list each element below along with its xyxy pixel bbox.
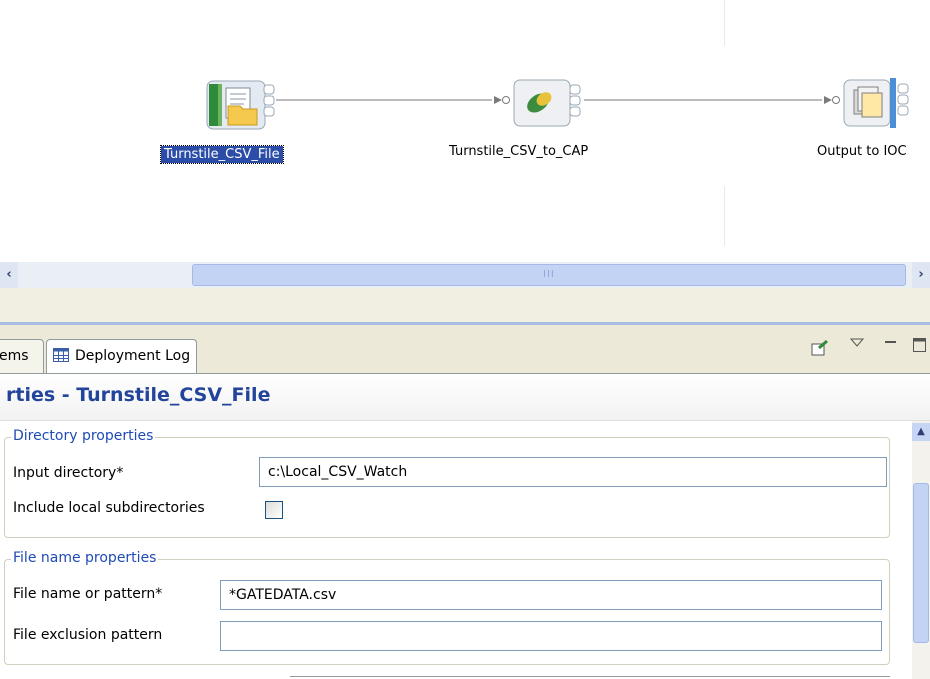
scroll-right-icon[interactable]: › bbox=[912, 262, 930, 288]
file-name-pattern-field[interactable] bbox=[220, 580, 882, 610]
input-port bbox=[832, 96, 840, 104]
input-directory-label: Input directory* bbox=[13, 465, 124, 481]
pin-icon[interactable] bbox=[810, 339, 830, 361]
panel-bottom-divider bbox=[290, 676, 890, 677]
input-port bbox=[502, 96, 510, 104]
node-label-turnstile-csv-to-cap[interactable]: Turnstile_CSV_to_CAP bbox=[449, 144, 588, 159]
transform-icon[interactable] bbox=[512, 78, 584, 128]
file-name-pattern-label: File name or pattern* bbox=[13, 586, 163, 602]
input-directory-field[interactable] bbox=[259, 457, 887, 487]
vertical-scrollbar-thumb[interactable] bbox=[913, 483, 929, 643]
node-label-turnstile-csv-file[interactable]: Turnstile_CSV_File bbox=[159, 144, 285, 165]
minimize-icon[interactable] bbox=[884, 337, 898, 353]
scroll-up-icon[interactable]: ▲ bbox=[912, 423, 930, 441]
scrollbar-grip: III bbox=[543, 269, 555, 280]
node-label-output-to-ioc[interactable]: Output to IOC bbox=[817, 144, 907, 159]
view-tab-bar: ems Deployment Log bbox=[0, 325, 930, 374]
file-folder-icon[interactable] bbox=[204, 76, 276, 132]
maximize-icon[interactable] bbox=[912, 337, 926, 357]
file-exclusion-pattern-field[interactable] bbox=[220, 621, 882, 651]
document-output-icon[interactable] bbox=[842, 76, 910, 130]
tab-deployment-log-label: Deployment Log bbox=[75, 348, 191, 364]
include-subdirectories-label: Include local subdirectories bbox=[13, 500, 205, 516]
directory-properties-legend: Directory properties bbox=[11, 428, 156, 444]
properties-vertical-scrollbar[interactable]: ▲ bbox=[912, 421, 930, 679]
table-icon bbox=[53, 348, 69, 362]
connector-arrow bbox=[494, 96, 502, 104]
properties-header: rties - Turnstile_CSV_File bbox=[0, 374, 930, 421]
file-name-properties-legend: File name properties bbox=[11, 550, 159, 566]
properties-title: rties - Turnstile_CSV_File bbox=[6, 384, 271, 406]
connector-layer bbox=[276, 96, 840, 104]
include-subdirectories-checkbox[interactable] bbox=[265, 501, 283, 519]
file-name-properties-group: File name properties File name or patter… bbox=[4, 550, 890, 665]
editor-footer-strip bbox=[0, 288, 930, 325]
file-exclusion-pattern-label: File exclusion pattern bbox=[13, 627, 163, 643]
directory-properties-group: Directory properties Input directory* In… bbox=[4, 428, 890, 538]
connector-arrow bbox=[824, 96, 832, 104]
tab-problems[interactable]: ems bbox=[0, 339, 44, 373]
view-menu-icon[interactable] bbox=[849, 337, 865, 353]
properties-body: Directory properties Input directory* In… bbox=[0, 421, 912, 679]
canvas-horizontal-scrollbar[interactable]: ‹ III › bbox=[0, 262, 930, 288]
tab-deployment-log[interactable]: Deployment Log bbox=[46, 339, 198, 373]
flow-canvas[interactable]: Turnstile_CSV_File Turnstile_CSV_to_CAP … bbox=[0, 0, 930, 258]
scrollbar-thumb[interactable]: III bbox=[192, 264, 906, 286]
scroll-left-icon[interactable]: ‹ bbox=[0, 262, 18, 288]
tab-problems-label: ems bbox=[0, 348, 29, 364]
